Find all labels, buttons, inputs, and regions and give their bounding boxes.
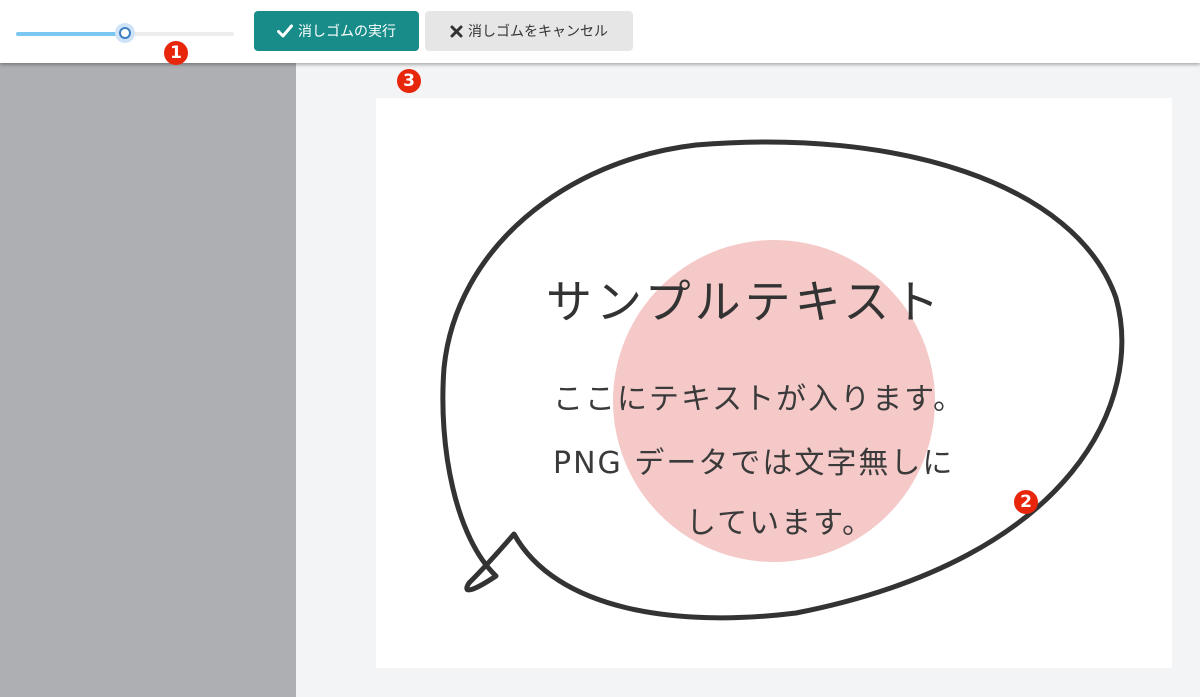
callout-marker-3: 3 [397, 69, 421, 93]
close-icon [450, 25, 463, 38]
cancel-eraser-button[interactable]: 消しゴムをキャンセル [425, 11, 633, 51]
check-icon [277, 24, 293, 38]
brush-size-slider-thumb[interactable] [115, 23, 135, 43]
image-canvas[interactable]: サンプルテキスト ここにテキストが入ります。 PNG データでは文字無しに して… [376, 98, 1172, 668]
callout-marker-2: 2 [1014, 490, 1038, 514]
sample-title-text: サンプルテキスト [546, 275, 944, 329]
slider-thumb-dot [119, 27, 131, 39]
sample-body-line-3: しています。 [686, 506, 875, 541]
sample-body-line-1: ここにテキストが入ります。 [553, 382, 966, 417]
cancel-eraser-label: 消しゴムをキャンセル [468, 24, 608, 40]
brush-size-slider-fill [16, 32, 125, 36]
sample-body-line-2: PNG データでは文字無しに [553, 446, 955, 481]
execute-eraser-button[interactable]: 消しゴムの実行 [254, 11, 419, 51]
side-panel [0, 63, 296, 697]
callout-marker-1: 1 [164, 41, 188, 65]
execute-eraser-label: 消しゴムの実行 [298, 24, 396, 40]
